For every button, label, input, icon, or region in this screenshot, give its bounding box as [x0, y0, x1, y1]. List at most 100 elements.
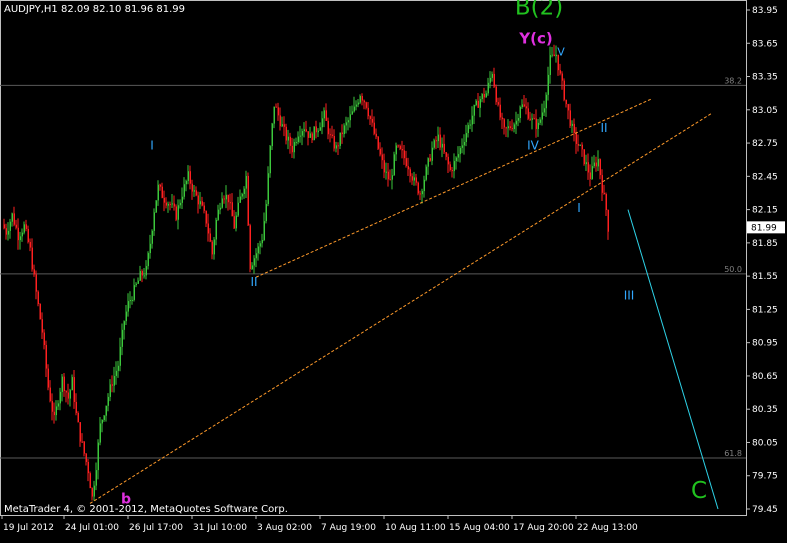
candle-body	[281, 124, 283, 127]
candle-body	[59, 391, 61, 404]
candle-body	[295, 142, 297, 144]
candle-body	[35, 274, 37, 292]
candle-body	[7, 230, 9, 235]
candle-body	[587, 162, 589, 173]
candle-body	[107, 396, 109, 406]
candle-body	[423, 179, 425, 192]
wave-label: III	[624, 288, 635, 302]
y-tick-label: 83.05	[752, 106, 778, 116]
chart-area[interactable]: 38.2 50.0 61.8 B(2) Y(c) V I II IV II I III b C 83.9…	[0, 0, 787, 539]
candle-body	[15, 224, 17, 228]
candle-body	[307, 131, 309, 138]
candle-body	[503, 119, 505, 128]
x-tick-label: 22 Aug 13:00	[577, 523, 638, 533]
candle-body	[127, 301, 129, 312]
candle-body	[599, 159, 601, 176]
candle-body	[73, 377, 75, 402]
candle-body	[537, 122, 539, 129]
candle-body	[389, 179, 391, 181]
x-tick-label: 10 Aug 11:00	[385, 523, 446, 533]
candle-body	[605, 194, 607, 210]
candle-body	[323, 110, 325, 119]
candle-body	[585, 162, 587, 165]
candle-body	[123, 321, 125, 330]
candle-body	[531, 118, 533, 120]
candle-body	[239, 196, 241, 203]
candle-body	[143, 275, 145, 277]
candle-body	[89, 473, 91, 489]
candle-body	[341, 132, 343, 135]
candle-body	[601, 175, 603, 193]
candle-body	[485, 93, 487, 98]
wave-label: I	[577, 201, 581, 215]
candle-body	[187, 171, 189, 181]
candle-body	[455, 157, 457, 162]
wave-label: II	[250, 275, 257, 289]
candle-body	[331, 134, 333, 137]
wave-label: Y(c)	[518, 29, 552, 47]
candle-body	[145, 266, 147, 276]
candle-body	[169, 203, 171, 205]
wave-label: B(2)	[515, 0, 563, 20]
candle-body	[289, 136, 291, 146]
candle-body	[61, 376, 63, 392]
candle-body	[37, 291, 39, 305]
candle-body	[481, 94, 483, 100]
candle-body	[535, 118, 537, 129]
candle-body	[141, 271, 143, 276]
candle-body	[57, 403, 59, 407]
candle-body	[21, 232, 23, 237]
x-tick-label: 15 Aug 04:00	[449, 523, 510, 533]
candle-body	[257, 246, 259, 254]
candle-body	[419, 193, 421, 195]
candle-body	[593, 162, 595, 167]
candle-body	[137, 280, 139, 284]
candle-body	[343, 125, 345, 135]
candle-body	[491, 73, 493, 78]
x-tick-label: 3 Aug 02:00	[257, 523, 312, 533]
candle-body	[487, 82, 489, 94]
candle-body	[129, 300, 131, 302]
candle-body	[195, 190, 197, 196]
candle-body	[547, 74, 549, 95]
y-tick-label: 82.75	[752, 139, 778, 149]
candle-body	[347, 120, 349, 123]
price-chart[interactable]: 38.250.061.8 B(2)Y(c)VIIIIVIIIIIIb C 83.9…	[0, 0, 787, 539]
candle-body	[549, 55, 551, 75]
candle-body	[261, 240, 263, 244]
candle-body	[265, 204, 267, 222]
candle-body	[263, 221, 265, 241]
x-tick-label: 17 Aug 20:00	[513, 523, 574, 533]
candle-body	[153, 212, 155, 231]
candle-body	[297, 136, 299, 143]
y-tick-label: 81.85	[752, 239, 778, 249]
candle-body	[495, 86, 497, 103]
candle-body	[227, 194, 229, 203]
candle-body	[501, 117, 503, 120]
candle-body	[119, 346, 121, 366]
candle-body	[269, 146, 271, 174]
candle-body	[563, 80, 565, 100]
candle-body	[337, 145, 339, 147]
candle-body	[565, 99, 567, 105]
candle-body	[385, 171, 387, 173]
current-price-label: 81.99	[751, 223, 777, 233]
candle-body	[25, 224, 27, 229]
candle-body	[529, 118, 531, 120]
candle-body	[551, 54, 553, 56]
candle-body	[251, 265, 253, 269]
candle-body	[451, 170, 453, 172]
candle-body	[131, 299, 133, 301]
candle-body	[121, 329, 123, 347]
candle-body	[525, 106, 527, 109]
candle-body	[335, 145, 337, 149]
candle-body	[201, 201, 203, 206]
chart-header: AUDJPY,H1 82.09 82.10 81.96 81.99	[4, 4, 185, 15]
y-tick-label: 83.95	[752, 6, 778, 16]
x-tick-label: 24 Jul 01:00	[65, 523, 119, 533]
candle-body	[161, 186, 163, 198]
candle-body	[579, 144, 581, 146]
candle-body	[217, 209, 219, 220]
candle-body	[5, 228, 7, 235]
candle-body	[117, 365, 119, 371]
